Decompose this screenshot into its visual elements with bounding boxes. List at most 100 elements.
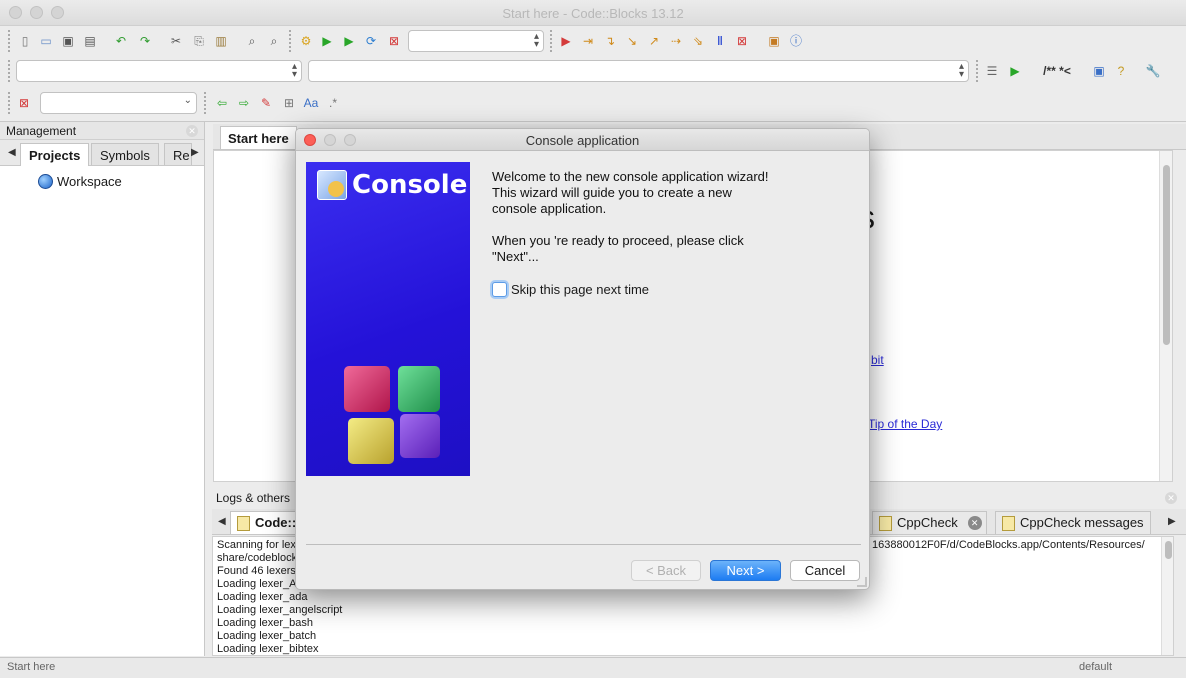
console-application-dialog: Console application Console Welcome to t… (295, 128, 870, 590)
run-icon[interactable]: ▶ (318, 32, 336, 50)
doxy-comment-button[interactable]: /** *< (1036, 62, 1078, 80)
run-to-cursor-icon[interactable]: ⇥ (579, 32, 597, 50)
wrench-icon[interactable]: 🔧 (1144, 62, 1162, 80)
new-file-icon[interactable]: ▯ (16, 32, 34, 50)
close-logs-icon[interactable]: ✕ (1165, 492, 1177, 504)
guide-text-line1: This wizard will guide you to create a n… (492, 185, 732, 200)
log-scrollbar[interactable] (1161, 537, 1173, 655)
abort-icon[interactable]: ⊠ (385, 32, 403, 50)
regex-icon[interactable]: .* (324, 94, 342, 112)
copy-icon[interactable]: ⎘ (190, 32, 208, 50)
undo-icon[interactable]: ↶ (112, 32, 130, 50)
debug-windows-icon[interactable]: ▣ (765, 32, 783, 50)
tip-of-the-day-link[interactable]: Tip of the Day (868, 417, 942, 431)
toolbar-grip[interactable] (8, 60, 12, 82)
logs-tab-scroll-right-icon[interactable]: ▶ (1168, 516, 1176, 527)
tab-resources[interactable]: Re (164, 143, 192, 165)
tab-scroll-left-icon[interactable]: ◀ (8, 147, 16, 158)
find-previous-icon[interactable]: ⇦ (213, 94, 231, 112)
scope-select[interactable]: ▴ ▾ (16, 60, 302, 82)
status-bar: Start here default (0, 657, 1186, 678)
find-next-icon[interactable]: ⇨ (235, 94, 253, 112)
cancel-button[interactable]: Cancel (790, 560, 860, 581)
skip-page-checkbox[interactable] (492, 282, 507, 297)
log-icon (879, 516, 892, 531)
save-icon[interactable]: ▣ (59, 32, 77, 50)
toolbar-grip[interactable] (8, 92, 12, 114)
redo-icon[interactable]: ↷ (136, 32, 154, 50)
clear-search-icon[interactable]: ⊠ (15, 94, 33, 112)
toolbar-grip[interactable] (289, 30, 293, 52)
selection-only-icon[interactable]: ⊞ (280, 94, 298, 112)
function-select[interactable]: ▴ ▾ (308, 60, 969, 82)
html-doc-icon[interactable]: ▣ (1090, 62, 1108, 80)
skip-page-option[interactable]: Skip this page next time (492, 282, 649, 297)
back-button[interactable]: < Back (631, 560, 701, 581)
logs-tab-scroll-left-icon[interactable]: ◀ (218, 516, 226, 527)
stop-debug-icon[interactable]: ⊠ (733, 32, 751, 50)
build-target-select[interactable]: ▴ ▾ (408, 30, 544, 52)
dialog-resize-grip[interactable] (857, 577, 867, 587)
incremental-search-input[interactable]: ⌄ (40, 92, 197, 114)
log-line: Loading lexer_bash (217, 617, 314, 629)
open-icon[interactable]: ▭ (37, 32, 55, 50)
wizard-banner: Console (306, 162, 470, 476)
break-icon[interactable]: ‖ (711, 32, 729, 50)
workspace-icon (38, 174, 53, 189)
debug-icon[interactable]: ▶ (557, 32, 575, 50)
main-titlebar: Start here - Code::Blocks 13.12 (0, 0, 1186, 26)
build-run-icon[interactable]: ▶ (340, 32, 358, 50)
log-path-text: 163880012F0F/d/CodeBlocks.app/Contents/R… (872, 539, 1145, 551)
workspace-tree-item[interactable]: Workspace (38, 174, 122, 189)
chm-doc-icon[interactable]: ? (1112, 62, 1130, 80)
log-icon (237, 516, 250, 531)
run-doxy-icon[interactable]: ▶ (1006, 62, 1024, 80)
workspace-label: Workspace (57, 174, 122, 189)
rebuild-icon[interactable]: ⟳ (362, 32, 380, 50)
replace-icon[interactable]: ⌕ (265, 32, 283, 50)
tab-symbols[interactable]: Symbols (91, 143, 159, 165)
log-line: Loading lexer_ada (217, 591, 308, 603)
tab-scroll-right-icon[interactable]: ▶ (191, 147, 199, 158)
build-icon[interactable]: ⚙ (297, 32, 315, 50)
tab-cppcheck[interactable]: CppCheck ✕ (872, 511, 987, 534)
highlight-icon[interactable]: ✎ (257, 94, 275, 112)
toolbar-grip[interactable] (204, 92, 208, 114)
skip-page-label: Skip this page next time (511, 282, 650, 297)
cut-icon[interactable]: ✂ (167, 32, 185, 50)
close-panel-icon[interactable]: ✕ (186, 125, 198, 137)
management-tabs: ◀ Projects Symbols Re ▶ (0, 140, 204, 166)
toolbar-grip[interactable] (8, 30, 12, 52)
codeblocks-cube-green (398, 366, 440, 412)
release-link[interactable]: bit (871, 353, 884, 367)
paste-icon[interactable]: ▥ (212, 32, 230, 50)
next-button[interactable]: Next > (710, 560, 781, 581)
tab-cppcheck-messages[interactable]: CppCheck messages (995, 511, 1151, 534)
console-logo-icon (317, 170, 347, 200)
editor-scrollbar[interactable] (1159, 151, 1172, 481)
dialog-title: Console application (525, 133, 640, 148)
save-all-icon[interactable]: ▤ (81, 32, 99, 50)
status-right: default (1079, 661, 1113, 673)
step-into-instruction-icon[interactable]: ⇘ (689, 32, 707, 50)
management-panel: Management ✕ ◀ Projects Symbols Re ▶ Wor… (0, 122, 205, 656)
find-icon[interactable]: ⌕ (243, 32, 261, 50)
match-case-icon[interactable]: Aa (302, 94, 320, 112)
tab-start-here[interactable]: Start here (220, 126, 297, 149)
toolbar-grip[interactable] (550, 30, 554, 52)
proceed-text-line1: When you 're ready to proceed, please cl… (492, 233, 744, 248)
tab-codeblocks-log[interactable]: Code:: (230, 511, 304, 534)
dialog-titlebar: Console application (296, 129, 869, 151)
next-line-icon[interactable]: ↴ (601, 32, 619, 50)
step-out-icon[interactable]: ↗ (645, 32, 663, 50)
toolbar-grip[interactable] (976, 60, 980, 82)
next-instruction-icon[interactable]: ⇢ (667, 32, 685, 50)
tab-projects[interactable]: Projects (20, 143, 90, 166)
info-icon[interactable]: ⓘ (787, 32, 805, 50)
step-into-icon[interactable]: ↘ (623, 32, 641, 50)
log-scroll-thumb[interactable] (1165, 541, 1172, 559)
stack-icon[interactable]: ☰ (983, 62, 1001, 80)
editor-scroll-thumb[interactable] (1163, 165, 1170, 345)
log-line: Loading lexer_angelscript (217, 604, 343, 616)
close-tab-icon[interactable]: ✕ (967, 516, 982, 530)
